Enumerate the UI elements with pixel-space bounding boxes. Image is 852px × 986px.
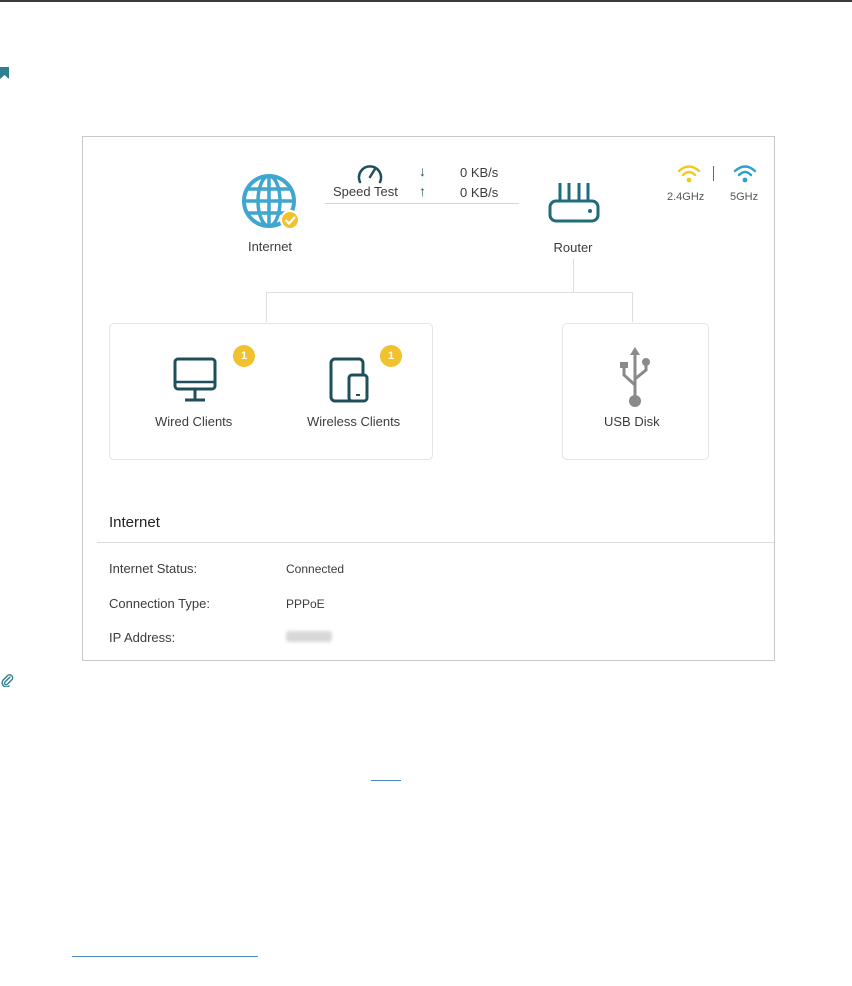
wifi-24ghz-label: 2.4GHz [667,191,705,203]
internet-label: Internet [247,239,293,254]
monitor-icon[interactable] [173,353,217,405]
usb-icon [620,347,650,407]
globe-icon[interactable] [241,173,305,237]
connector-line [266,292,632,293]
wifi-5ghz-icon[interactable] [733,164,757,184]
ip-address-value-redacted [286,631,332,642]
bottom-link-underline[interactable] [72,956,258,957]
page-top-rule [0,0,852,2]
note-link-underline[interactable] [371,780,401,781]
paperclip-icon [1,674,14,687]
wifi-band-divider [713,166,714,181]
upload-arrow-icon: ↑ [419,183,426,199]
connector-line [632,292,633,322]
wifi-5ghz-label: 5GHz [730,191,759,203]
router-icon[interactable] [546,179,602,229]
wired-clients-label[interactable]: Wired Clients [155,414,232,429]
speed-test-button[interactable]: Speed Test [333,184,398,199]
usb-disk-label: USB Disk [604,414,660,429]
internet-status-value: Connected [286,562,345,576]
connection-type-value: PPPoE [286,597,325,611]
speed-divider [325,203,519,204]
router-dashboard-screenshot: Internet Speed Test ↓ 0 KB/s ↑ 0 KB/s Ro… [82,136,775,661]
bookmark-icon [0,67,9,79]
connector-line [573,259,574,293]
clients-card [109,323,433,460]
check-icon [280,210,300,230]
internet-status-key: Internet Status: [109,561,198,576]
wireless-clients-count-badge: 1 [380,345,402,367]
download-speed-value: 0 KB/s [460,165,499,180]
internet-section-heading: Internet [109,514,160,531]
speedometer-icon[interactable] [355,160,385,186]
router-label: Router [553,240,593,255]
download-arrow-icon: ↓ [419,163,426,179]
wifi-24ghz-icon[interactable] [677,164,701,184]
upload-speed-value: 0 KB/s [460,185,499,200]
connector-line [266,292,267,322]
ip-address-key: IP Address: [109,630,176,645]
tablet-phone-icon[interactable] [329,353,377,405]
wired-clients-count-badge: 1 [233,345,255,367]
wireless-clients-label[interactable]: Wireless Clients [307,414,400,429]
section-divider [97,542,774,543]
connection-type-key: Connection Type: [109,596,210,611]
